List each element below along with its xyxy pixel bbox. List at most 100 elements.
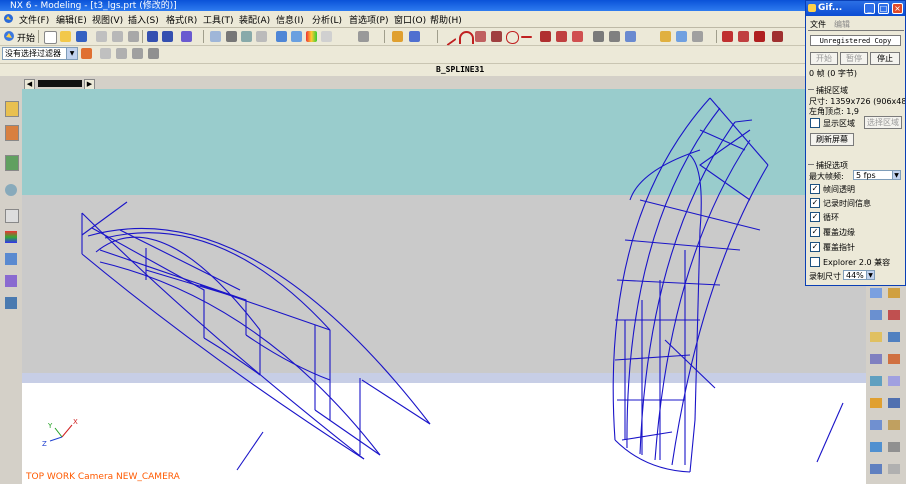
menu-window[interactable]: 窗口(O)	[394, 13, 426, 26]
surface-icon[interactable]	[625, 31, 636, 42]
isometric-view-icon[interactable]	[276, 31, 287, 42]
menu-edit[interactable]: 编辑(E)	[56, 13, 87, 26]
tool-icon[interactable]	[870, 332, 882, 342]
sew-icon[interactable]	[676, 31, 687, 42]
max-fps-select[interactable]: 5 fps	[853, 170, 893, 180]
redo-icon[interactable]	[162, 31, 173, 42]
tool-icon[interactable]	[888, 332, 900, 342]
tool-icon[interactable]	[870, 420, 882, 430]
menu-assembly[interactable]: 装配(A)	[239, 13, 270, 26]
menu-file[interactable]: 文件(F)	[19, 13, 49, 26]
tool-icon[interactable]	[888, 354, 900, 364]
quick-pick-icon[interactable]	[132, 48, 143, 59]
gif-menu-file[interactable]: 文件	[810, 19, 826, 30]
graphics-window[interactable]: X Y Z	[22, 89, 866, 484]
background-icon[interactable]	[321, 31, 332, 42]
undo-icon[interactable]	[147, 31, 158, 42]
left-surface-wireframe[interactable]	[81, 201, 431, 471]
offset-curve-icon[interactable]	[722, 31, 733, 42]
spline-icon[interactable]	[491, 31, 502, 42]
tool-icon[interactable]	[888, 398, 900, 408]
chevron-down-icon[interactable]: ▼	[66, 47, 78, 60]
start-menu-icon[interactable]	[3, 13, 14, 27]
stop-capture-button[interactable]: 停止	[870, 52, 900, 65]
snap-point-icon[interactable]	[116, 48, 127, 59]
extrude-icon[interactable]	[540, 31, 551, 42]
zoom-icon[interactable]	[241, 31, 252, 42]
tool-icon[interactable]	[888, 310, 900, 320]
revolve-icon[interactable]	[556, 31, 567, 42]
tool-icon[interactable]	[888, 420, 900, 430]
record-size-select[interactable]: 44%	[843, 270, 867, 280]
through-curves-icon[interactable]	[609, 31, 620, 42]
opt-timing-checkbox[interactable]: ✓	[810, 198, 820, 208]
studio-surface-icon[interactable]	[660, 31, 671, 42]
tool-icon[interactable]	[870, 376, 882, 386]
bridge-curve-icon[interactable]	[772, 31, 783, 42]
system-materials-icon[interactable]	[5, 231, 17, 243]
close-icon[interactable]: ×	[892, 3, 903, 14]
paste-icon[interactable]	[128, 31, 139, 42]
tool-icon[interactable]	[870, 354, 882, 364]
minimize-icon[interactable]: _	[864, 3, 875, 14]
curve-icon[interactable]	[521, 36, 532, 38]
menu-view[interactable]: 视图(V)	[92, 13, 123, 26]
tool-icon[interactable]	[870, 442, 882, 452]
menu-tools[interactable]: 工具(T)	[203, 13, 234, 26]
project-curve-icon[interactable]	[738, 31, 749, 42]
tool-icon[interactable]	[870, 288, 882, 298]
copy-icon[interactable]	[112, 31, 123, 42]
circle-icon[interactable]	[506, 31, 519, 44]
refresh-screen-button[interactable]: 刷新屏幕	[810, 133, 854, 146]
render-style-icon[interactable]	[306, 31, 317, 42]
cut-icon[interactable]	[96, 31, 107, 42]
tool-icon[interactable]	[888, 288, 900, 298]
pause-capture-button[interactable]: 暂停	[840, 52, 868, 65]
opt-pointer-checkbox[interactable]: ✓	[810, 242, 820, 252]
line-icon[interactable]	[440, 29, 457, 46]
show-area-checkbox[interactable]	[810, 118, 820, 128]
process-studio-icon[interactable]	[5, 253, 17, 265]
part-navigator-icon[interactable]	[5, 125, 19, 141]
chevron-down-icon[interactable]: ▼	[866, 270, 875, 280]
tool-icon[interactable]	[888, 464, 900, 474]
tool-icon[interactable]	[870, 310, 882, 320]
point-icon[interactable]	[475, 31, 486, 42]
horizontal-scrollbar[interactable]: ◀ ▶	[22, 78, 866, 90]
sweep-icon[interactable]	[572, 31, 583, 42]
tool-icon[interactable]	[888, 376, 900, 386]
menu-help[interactable]: 帮助(H)	[430, 13, 462, 26]
menu-preferences[interactable]: 首选项(P)	[349, 13, 388, 26]
measure-icon[interactable]	[409, 31, 420, 42]
opt-edges-checkbox[interactable]: ✓	[810, 227, 820, 237]
assembly-navigator-icon[interactable]	[5, 101, 19, 117]
opt-explorer-checkbox[interactable]	[810, 257, 820, 267]
save-icon[interactable]	[76, 31, 87, 42]
maximize-icon[interactable]: □	[878, 3, 889, 14]
tool-icon[interactable]	[870, 398, 882, 408]
menu-format[interactable]: 格式(R)	[166, 13, 197, 26]
scroll-thumb[interactable]	[38, 80, 82, 87]
opt-transparency-checkbox[interactable]: ✓	[810, 184, 820, 194]
intersect-curve-icon[interactable]	[754, 31, 765, 42]
select-all-icon[interactable]	[81, 48, 92, 59]
rotate-icon[interactable]	[256, 31, 267, 42]
start-capture-button[interactable]: 开始	[810, 52, 838, 65]
selection-options-icon[interactable]	[148, 48, 159, 59]
arc-icon[interactable]	[459, 31, 474, 44]
menu-information[interactable]: 信息(I)	[276, 13, 304, 26]
ruler-icon[interactable]	[392, 31, 403, 42]
reuse-library-icon[interactable]	[5, 155, 19, 171]
menu-analysis[interactable]: 分析(L)	[312, 13, 342, 26]
fit-view-icon[interactable]	[210, 31, 221, 42]
new-file-icon[interactable]	[44, 31, 57, 44]
shaded-icon[interactable]	[226, 31, 237, 42]
mesh-surface-icon[interactable]	[593, 31, 604, 42]
trim-icon[interactable]	[692, 31, 703, 42]
opt-loop-checkbox[interactable]: ✓	[810, 212, 820, 222]
start-icon[interactable]	[3, 30, 15, 45]
gif-menu-edit[interactable]: 编辑	[834, 19, 850, 30]
select-area-button[interactable]: 选择区域	[864, 116, 902, 129]
undo-selection-icon[interactable]	[100, 48, 111, 59]
tool-icon[interactable]	[888, 442, 900, 452]
